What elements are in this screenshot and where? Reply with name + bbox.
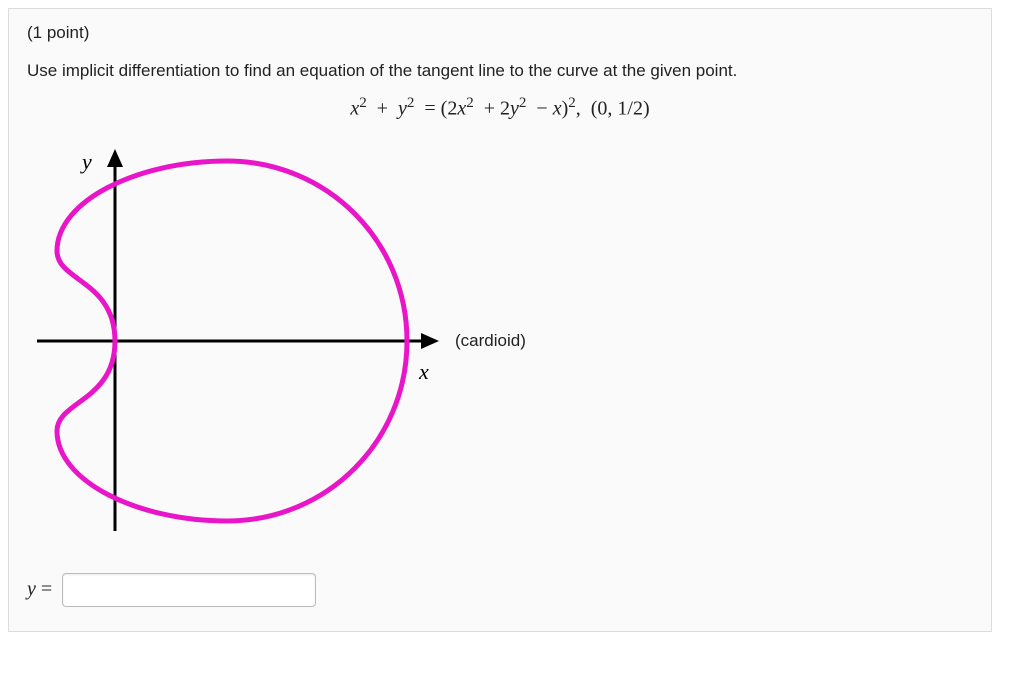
figure-row: y x (cardioid) [27, 131, 973, 551]
curve-name-label: (cardioid) [455, 331, 526, 351]
x-axis-arrow-icon [421, 333, 439, 349]
eq-x: x [350, 98, 359, 120]
answer-label: y = [27, 578, 52, 601]
question-card: (1 point) Use implicit differentiation t… [8, 8, 992, 632]
question-prompt: Use implicit differentiation to find an … [27, 61, 973, 81]
answer-input[interactable] [62, 573, 316, 607]
cardioid-figure: y x [27, 131, 447, 551]
answer-row: y = [27, 573, 973, 607]
given-point: (0, 1/2) [591, 98, 650, 120]
y-axis-arrow-icon [107, 149, 123, 167]
x-axis-label: x [418, 359, 429, 384]
points-label: (1 point) [27, 23, 973, 43]
y-axis-label: y [80, 149, 92, 174]
equation: x2 + y2 = (2x2 + 2y2 − x)2, (0, 1/2) [27, 95, 973, 121]
eq-y: y [398, 98, 407, 120]
